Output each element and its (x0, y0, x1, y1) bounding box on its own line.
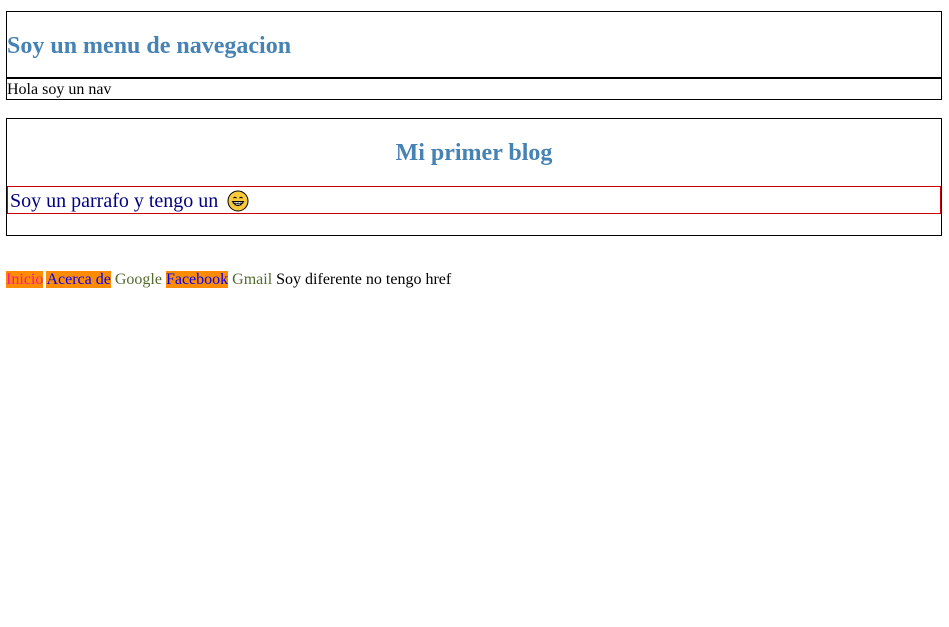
link-gmail[interactable]: Gmail (232, 271, 272, 288)
nav-title: Soy un menu de navegacion (7, 12, 941, 79)
blog-paragraph: Soy un parrafo y tengo un (7, 186, 941, 214)
blog-paragraph-text: Soy un parrafo y tengo un (10, 190, 219, 212)
no-href-link: Soy diferente no tengo href (276, 271, 452, 288)
blog-section: Mi primer blog Soy un parrafo y tengo un (6, 118, 942, 236)
link-acerca-de[interactable]: Acerca de (46, 271, 111, 288)
link-google[interactable]: Google (115, 271, 162, 288)
link-facebook[interactable]: Facebook (165, 271, 229, 288)
link-inicio[interactable]: Inicio (6, 271, 44, 288)
links-row: Inicio Acerca de Google Facebook Gmail S… (6, 271, 451, 289)
blog-title: Mi primer blog (395, 140, 553, 166)
grinning-face-icon (227, 190, 249, 212)
nav-text: Hola soy un nav (7, 81, 112, 98)
nav-section: Soy un menu de navegacion Hola soy un na… (6, 11, 942, 100)
